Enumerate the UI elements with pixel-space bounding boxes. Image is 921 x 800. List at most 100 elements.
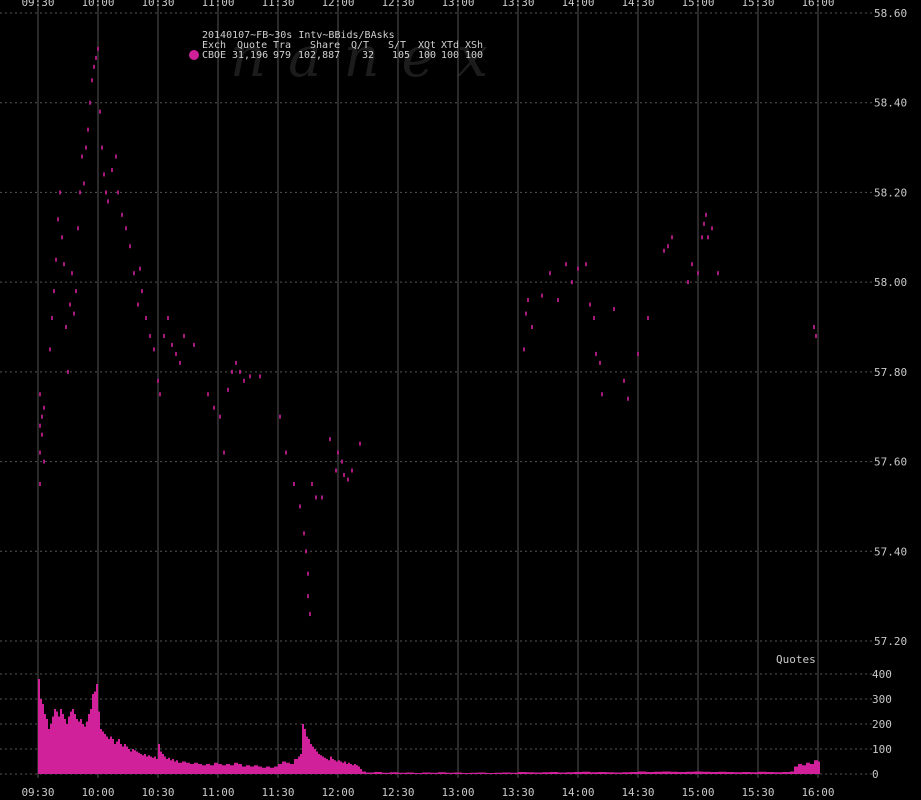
price-point <box>39 450 41 455</box>
price-point <box>293 482 295 486</box>
volume-bar <box>306 736 308 774</box>
volume-bar <box>158 744 160 774</box>
volume-bar <box>758 771 766 774</box>
volume-bar <box>542 772 550 774</box>
volume-tick-label: 300 <box>872 693 892 706</box>
volume-bar <box>64 719 66 774</box>
volume-bar <box>42 704 44 774</box>
volume-bar <box>582 771 590 774</box>
price-point <box>691 262 693 267</box>
price-point <box>343 473 345 478</box>
price-point <box>341 459 343 464</box>
price-point <box>67 369 69 374</box>
volume-bar <box>144 754 146 774</box>
volume-bar <box>160 751 162 774</box>
price-point <box>129 244 131 249</box>
volume-bar <box>614 772 622 774</box>
volume-bar <box>300 754 302 774</box>
volume-bar <box>120 744 122 774</box>
price-point <box>87 127 89 132</box>
volume-bar <box>88 714 90 774</box>
volume-bar <box>558 772 566 774</box>
x-tick-label-top: 13:00 <box>441 0 474 9</box>
price-point <box>523 347 525 352</box>
volume-bar <box>270 767 274 774</box>
price-point <box>231 369 233 374</box>
x-tick-label-bottom: 15:30 <box>741 786 774 799</box>
price-point <box>601 392 603 397</box>
volume-bar <box>112 739 114 774</box>
price-quote-chart: nanex 09:3009:3010:0010:0010:3010:3011:0… <box>0 0 921 800</box>
volume-bar <box>94 691 96 774</box>
price-point <box>279 414 281 419</box>
price-point <box>337 450 339 455</box>
volume-bar <box>348 762 350 774</box>
volume-bar <box>234 762 238 774</box>
price-point <box>99 109 101 114</box>
price-point <box>235 360 237 365</box>
volume-bar <box>312 746 314 774</box>
volume-bar <box>128 749 130 774</box>
volume-bar <box>390 772 398 774</box>
volume-bar <box>710 772 718 774</box>
price-tick-label: 58.60 <box>874 7 907 20</box>
price-point <box>557 298 559 303</box>
volume-bar <box>210 765 214 774</box>
volume-bar <box>140 754 142 774</box>
price-point <box>309 612 311 617</box>
price-point <box>707 235 709 240</box>
price-point <box>105 190 107 195</box>
legend-value: 102,887 <box>298 50 340 61</box>
volume-bar <box>108 739 110 774</box>
x-tick-label-top: 09:30 <box>21 0 54 9</box>
volume-bar <box>344 761 346 774</box>
volume-bar <box>338 760 340 774</box>
price-point <box>243 378 245 383</box>
price-point <box>531 325 533 329</box>
price-point <box>305 549 307 554</box>
volume-bar <box>134 750 136 774</box>
volume-bar <box>118 739 120 774</box>
x-tick-label-top: 12:30 <box>381 0 414 9</box>
price-point <box>183 333 185 338</box>
volume-bar <box>130 751 132 774</box>
volume-bar <box>74 714 76 774</box>
volume-bar <box>86 721 88 774</box>
x-tick-label-bottom: 13:30 <box>501 786 534 799</box>
volume-bar <box>606 772 614 774</box>
volume-bar <box>258 766 262 774</box>
price-point <box>145 316 147 321</box>
volume-bar <box>142 755 144 774</box>
volume-bar <box>314 749 316 774</box>
volume-bar <box>186 762 190 774</box>
volume-bar <box>78 721 80 774</box>
volume-bar <box>686 771 694 774</box>
volume-bar <box>114 744 116 774</box>
volume-bar <box>360 769 362 774</box>
volume-bar <box>60 709 62 774</box>
x-tick-label-top: 14:30 <box>621 0 654 9</box>
price-point <box>51 316 53 321</box>
x-tick-label-bottom: 12:30 <box>381 786 414 799</box>
volume-bar <box>702 771 710 774</box>
volume-bar <box>352 765 354 774</box>
price-point <box>541 293 543 298</box>
price-point <box>69 302 71 307</box>
legend-value: CBOE <box>202 50 226 61</box>
price-point <box>565 262 567 267</box>
volume-bar <box>110 736 112 774</box>
volume-label: Quotes <box>776 653 816 666</box>
price-point <box>549 271 551 276</box>
price-point <box>163 333 165 338</box>
volume-bar <box>124 744 126 774</box>
volume-bar <box>102 731 104 774</box>
price-point <box>39 482 41 486</box>
price-point <box>249 374 251 379</box>
volume-bar <box>168 757 170 774</box>
volume-bar <box>98 711 100 774</box>
volume-bar <box>718 771 726 774</box>
legend-value: 100 <box>441 50 459 61</box>
volume-bar <box>68 716 70 774</box>
x-tick-label-top: 14:00 <box>561 0 594 9</box>
x-tick-label-top: 16:00 <box>801 0 834 9</box>
